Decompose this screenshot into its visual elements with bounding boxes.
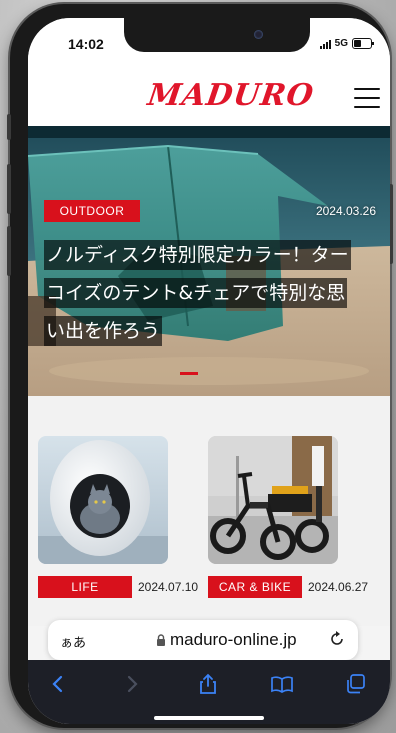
article-thumbnail[interactable] [38,436,168,564]
article-meta: LIFE 2024.07.10 [38,576,208,598]
hamburger-menu-icon[interactable] [354,88,380,108]
category-tag[interactable]: CAR & BIKE [208,576,302,598]
status-bar: 14:02 5G [28,18,390,74]
status-time: 14:02 [68,36,104,52]
address-bar[interactable]: ぁあ maduro-online.jp [48,620,358,660]
screen: 14:02 5G MADURO OUTDOOR 2024.03.26 ノルディス… [28,18,390,724]
back-icon[interactable] [46,672,70,696]
home-indicator[interactable] [154,716,264,720]
forward-icon[interactable] [120,672,144,696]
url-text[interactable]: maduro-online.jp [170,630,297,650]
lock-icon [157,634,165,646]
hero-title[interactable]: ノルディスク特別限定カラー！ターコイズのテント&チェアで特別な思い出を作ろう [44,236,364,350]
volume-up-button [7,164,11,214]
bookmarks-icon[interactable] [270,672,294,696]
category-tag[interactable]: LIFE [38,576,132,598]
article-meta: CAR & BIKE 2024.06.27 [208,576,378,598]
slider-indicator[interactable] [180,372,198,375]
camera-icon [254,30,263,39]
share-icon[interactable] [196,672,220,696]
hero-slide[interactable]: OUTDOOR 2024.03.26 ノルディスク特別限定カラー！ターコイズのテ… [28,126,390,396]
browser-toolbar [28,660,390,724]
hero-date: 2024.03.26 [315,204,376,218]
hero-category-tag[interactable]: OUTDOOR [44,200,140,222]
phone-frame: 14:02 5G MADURO OUTDOOR 2024.03.26 ノルディス… [7,4,393,728]
hero-title-text: ノルディスク特別限定カラー！ターコイズのテント&チェアで特別な思い出を作ろう [44,240,351,346]
pet-bed-image [38,436,168,564]
article-date: 2024.07.10 [138,580,199,594]
notch [124,18,310,52]
article-card[interactable]: CAR & BIKE 2024.06.27 [208,436,368,598]
article-grid: LIFE 2024.07.10 CAR & BIKE 2024.06.27 [28,396,390,626]
tabs-icon[interactable] [344,672,368,696]
electric-trike-image [208,436,338,564]
reload-icon[interactable] [328,630,346,648]
network-label: 5G [334,38,348,49]
status-indicators: 5G [319,38,374,49]
article-card[interactable]: LIFE 2024.07.10 [38,436,198,598]
signal-icon [319,39,331,49]
mute-switch [7,114,11,140]
battery-icon [352,38,374,49]
article-date: 2024.06.27 [308,580,369,594]
text-size-button[interactable]: ぁあ [60,632,86,651]
site-logo[interactable]: MADURO [146,78,317,113]
article-thumbnail[interactable] [208,436,338,564]
volume-down-button [7,226,11,276]
site-header: MADURO [28,74,390,126]
